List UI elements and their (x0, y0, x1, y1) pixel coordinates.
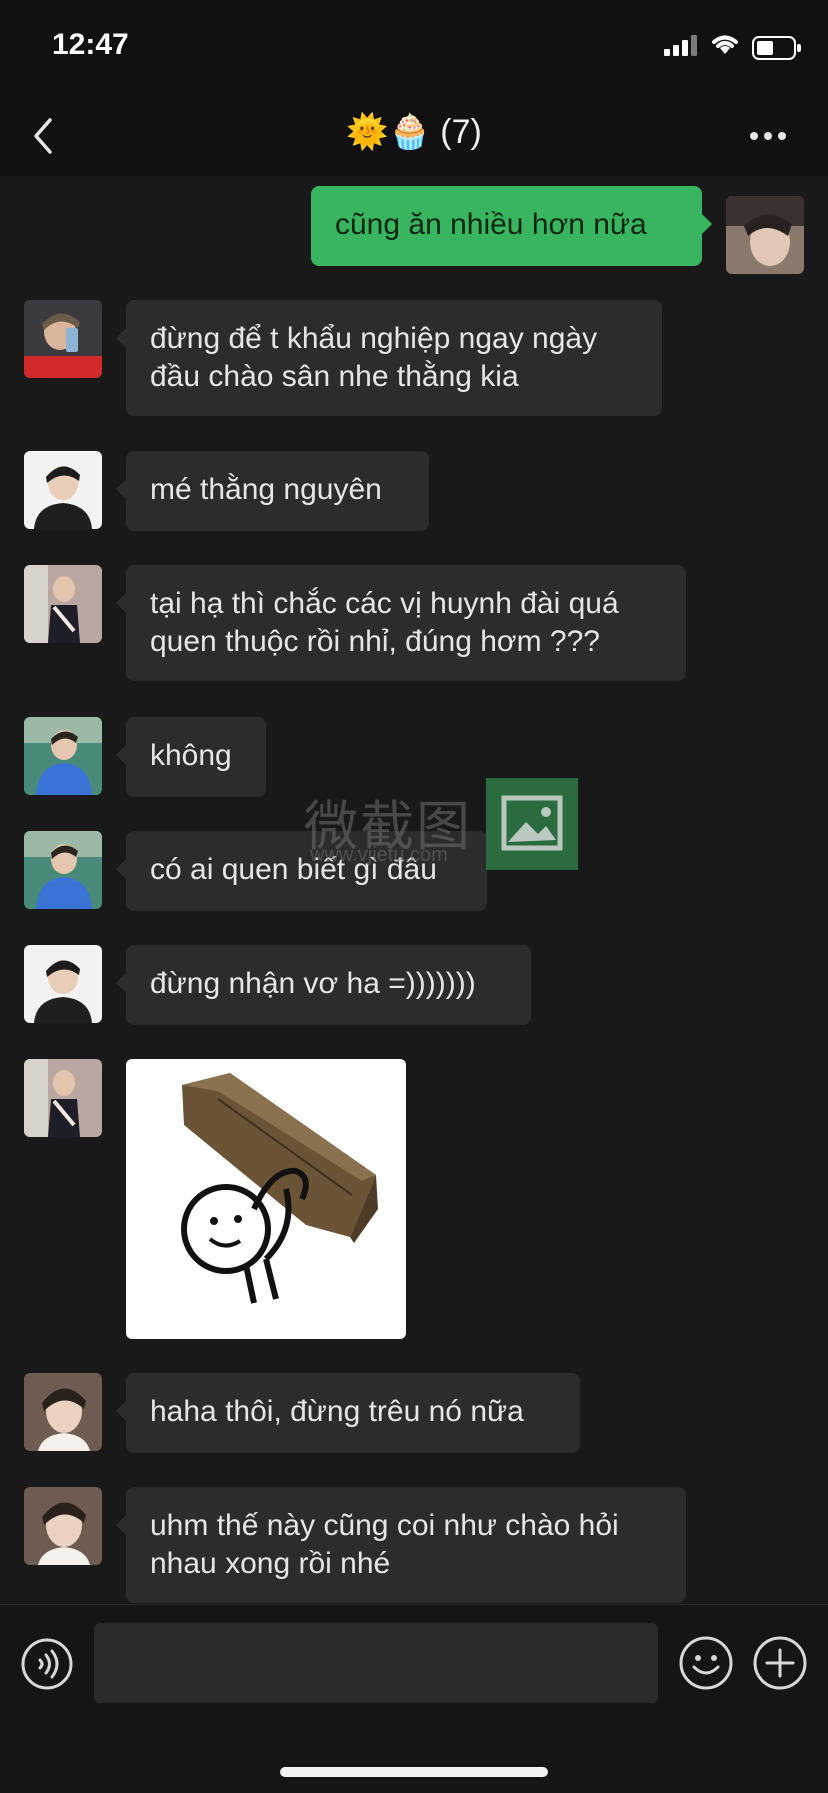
message-bubble[interactable]: haha thôi, đừng trêu nó nữa (116, 1373, 580, 1453)
avatar-photo (726, 196, 804, 274)
avatar-photo (24, 1487, 102, 1565)
message-input[interactable] (94, 1623, 658, 1703)
voice-input-icon[interactable] (20, 1637, 74, 1691)
battery-icon (752, 36, 801, 60)
avatar-photo (24, 565, 102, 643)
sender-avatar[interactable] (24, 831, 102, 909)
watermark-image-icon (486, 778, 578, 870)
message-text: cũng ăn nhiều hơn nữa (335, 208, 647, 241)
message-text: đừng nhận vơ ha =))))))) (150, 967, 476, 1000)
sender-avatar[interactable] (24, 717, 102, 795)
message-bubble[interactable]: đừng để t khẩu nghiệp ngay ngày đầu chào… (116, 300, 662, 416)
more-options-icon[interactable] (748, 126, 788, 146)
message-text: uhm thế này cũng coi như chào hỏi nhau x… (150, 1509, 619, 1580)
status-bar: 12:47 (0, 0, 828, 96)
message-text: haha thôi, đừng trêu nó nữa (150, 1395, 524, 1428)
sender-avatar[interactable] (24, 300, 102, 378)
avatar-photo (24, 451, 102, 529)
home-indicator (280, 1767, 548, 1777)
message-text: mé thằng nguyên (150, 473, 382, 506)
emoji-icon[interactable] (678, 1635, 734, 1691)
sender-avatar[interactable] (24, 565, 102, 643)
cellular-signal-icon (664, 35, 697, 56)
sender-avatar[interactable] (24, 945, 102, 1023)
sender-avatar[interactable] (24, 1059, 102, 1137)
sender-avatar[interactable] (24, 1373, 102, 1451)
message-text: không (150, 739, 232, 772)
status-time: 12:47 (52, 28, 129, 61)
avatar-photo (24, 1373, 102, 1451)
chat-header: 🌞🧁 (7) (0, 96, 828, 176)
message-bubble[interactable]: tại hạ thì chắc các vị huynh đài quá que… (116, 565, 686, 681)
avatar-photo (24, 1059, 102, 1137)
avatar-photo (24, 300, 102, 378)
message-list[interactable]: cũng ăn nhiều hơn nữa đừng để t khẩu ngh… (0, 176, 828, 1604)
message-text: tại hạ thì chắc các vị huynh đài quá que… (150, 587, 619, 658)
message-input-bar (0, 1604, 828, 1793)
message-text: đừng để t khẩu nghiệp ngay ngày đầu chào… (150, 322, 598, 393)
message-bubble[interactable]: đừng nhận vơ ha =))))))) (116, 945, 531, 1025)
message-bubble[interactable]: mé thằng nguyên (116, 451, 429, 531)
watermark-url: www.vjietu.com (310, 844, 448, 866)
message-bubble[interactable]: không (116, 717, 266, 797)
add-attachment-icon[interactable] (752, 1635, 808, 1691)
avatar-photo (24, 831, 102, 909)
my-message-bubble[interactable]: cũng ăn nhiều hơn nữa (311, 186, 712, 266)
wifi-icon (712, 35, 738, 54)
coffin-sticker-image[interactable] (126, 1059, 406, 1339)
my-avatar[interactable] (726, 196, 804, 274)
sender-avatar[interactable] (24, 451, 102, 529)
avatar-photo (24, 717, 102, 795)
message-bubble[interactable]: uhm thế này cũng coi như chào hỏi nhau x… (116, 1487, 686, 1603)
avatar-photo (24, 945, 102, 1023)
chat-title: 🌞🧁 (7) (346, 113, 482, 151)
sender-avatar[interactable] (24, 1487, 102, 1565)
